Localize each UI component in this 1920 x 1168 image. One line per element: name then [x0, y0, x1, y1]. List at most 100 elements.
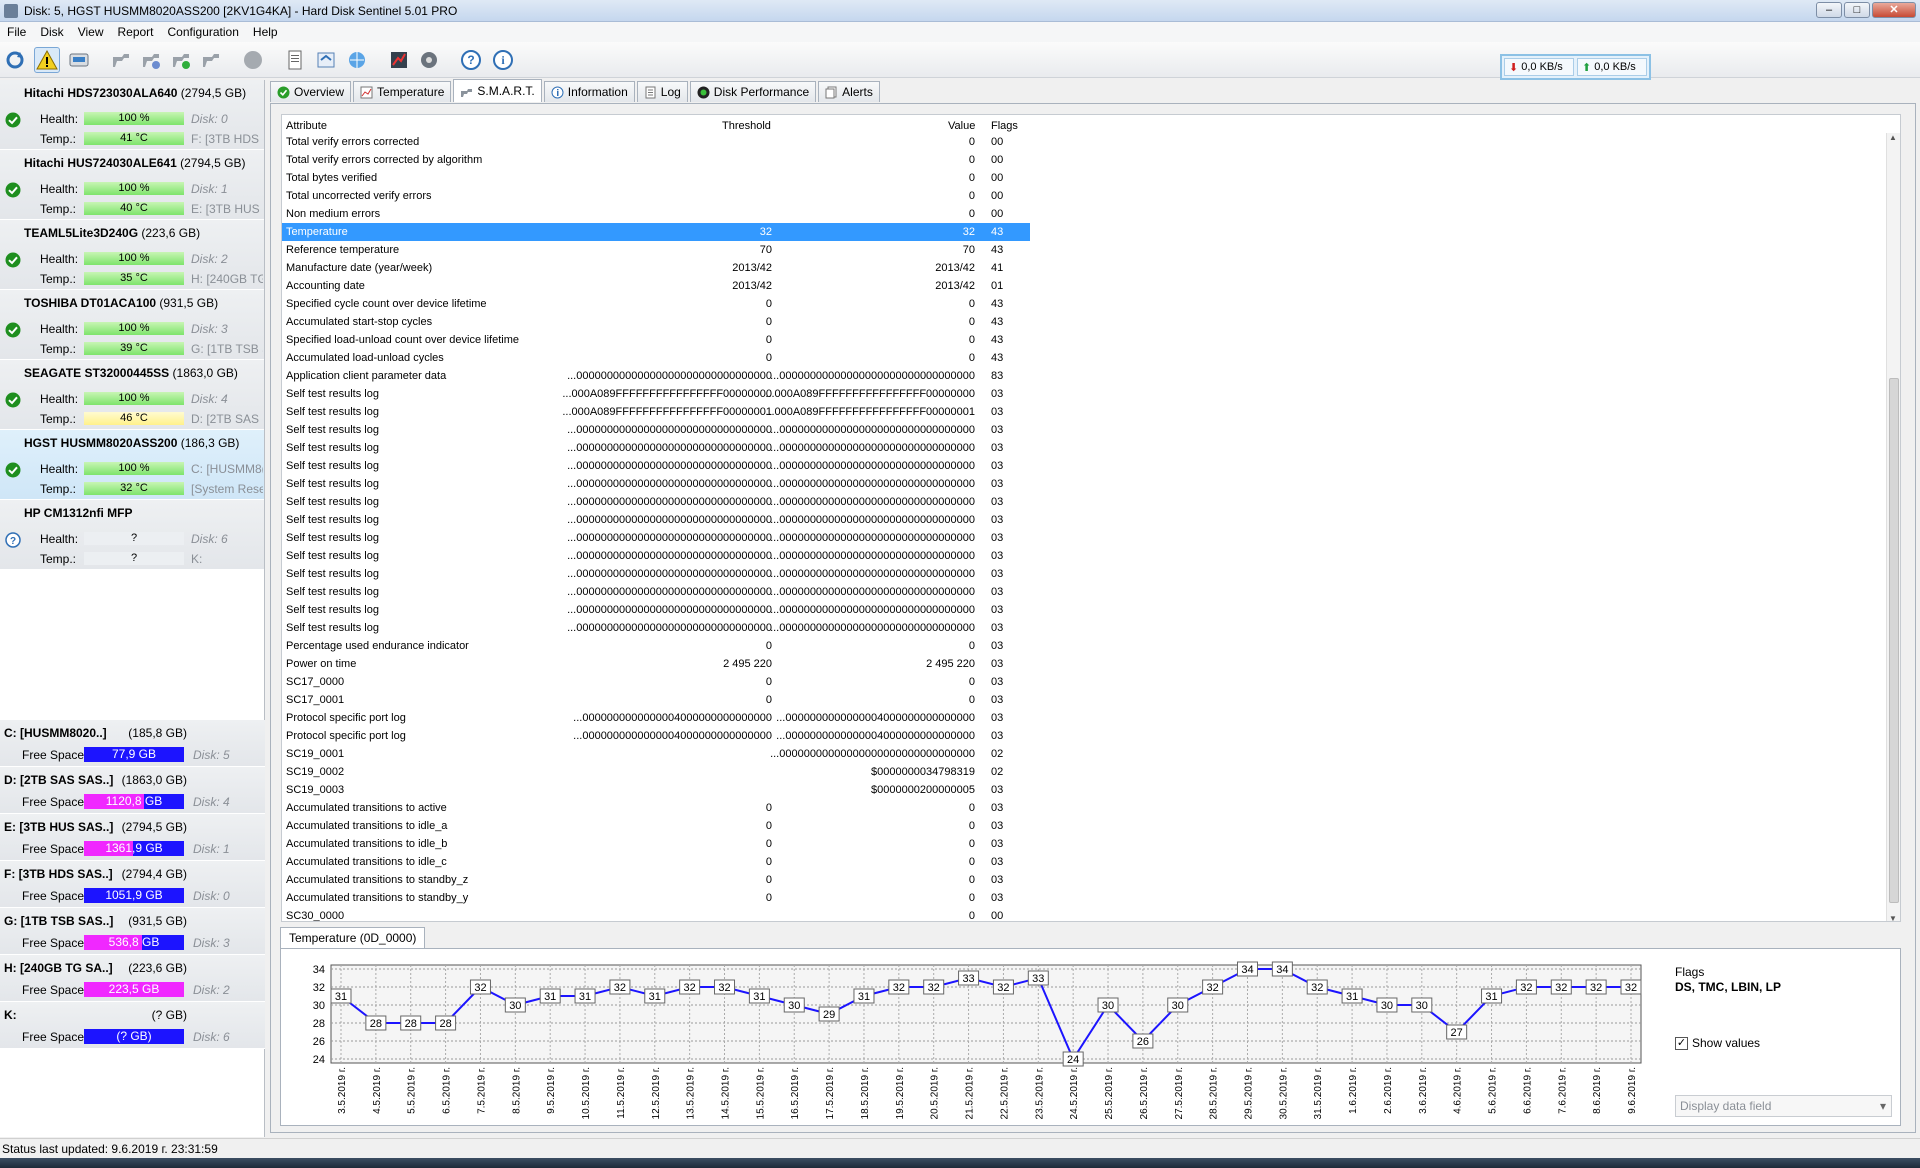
disk-item[interactable]: Hitachi HDS723030ALA640 (2794,5 GB) Healt… [0, 80, 264, 150]
close-button[interactable]: ✕ [1872, 2, 1916, 18]
table-row[interactable]: Application client parameter data ...0000… [282, 367, 1030, 385]
menu-disk[interactable]: Disk [33, 25, 70, 39]
table-row[interactable]: Power on time 2 495 220 2 495 220 03 [282, 655, 1030, 673]
column-value[interactable]: Value [948, 120, 975, 132]
report-icon[interactable] [282, 47, 308, 73]
table-row[interactable]: Percentage used endurance indicator 0 0 03 [282, 637, 1030, 655]
menu-report[interactable]: Report [110, 25, 160, 39]
test-ok-icon[interactable] [168, 47, 194, 73]
table-row[interactable]: Accumulated load-unload cycles 0 0 43 [282, 349, 1030, 367]
maximize-button[interactable]: □ [1844, 2, 1870, 18]
table-row[interactable]: Accumulated transitions to idle_c 0 0 03 [282, 853, 1030, 871]
tab-alerts[interactable]: Alerts [818, 81, 880, 102]
minimize-button[interactable]: – [1816, 2, 1842, 18]
tool-icon[interactable] [108, 47, 134, 73]
column-threshold[interactable]: Threshold [722, 120, 771, 132]
menu-help[interactable]: Help [246, 25, 285, 39]
tab-temperature-chart[interactable]: Temperature (0D_0000) [280, 927, 426, 949]
table-row[interactable]: Self test results log ...0000000000000000… [282, 439, 1030, 457]
scroll-down-icon[interactable]: ▼ [1889, 914, 1897, 921]
table-row[interactable]: Accumulated transitions to active 0 0 03 [282, 799, 1030, 817]
disk-item[interactable]: HGST HUSMM8020ASS200 (186,3 GB) Health: 10… [0, 430, 264, 500]
vertical-scrollbar[interactable]: ▲ ▼ [1886, 133, 1900, 921]
tab-overview[interactable]: Overview [270, 81, 352, 102]
column-flags[interactable]: Flags [991, 120, 1018, 132]
tab-smart[interactable]: S.M.A.R.T. [453, 79, 542, 102]
table-row[interactable]: Temperature 32 32 43 [282, 223, 1030, 241]
table-row[interactable]: Self test results log ...000A089FFFFFFFFF… [282, 403, 1030, 421]
table-row[interactable]: SC19_0001 ...0000000000000000000000000000… [282, 745, 1030, 763]
disk-item[interactable]: TOSHIBA DT01ACA100 (931,5 GB) Health: 100 … [0, 290, 264, 360]
table-row[interactable]: Total bytes verified 0 00 [282, 169, 1030, 187]
volume-item[interactable]: G: [1TB TSB SAS..] (931,5 GB) Free Space 53… [0, 908, 265, 955]
table-row[interactable]: Accumulated start-stop cycles 0 0 43 [282, 313, 1030, 331]
checkbox-checked-icon[interactable]: ✓ [1675, 1036, 1688, 1050]
table-row[interactable]: Total verify errors corrected by algorit… [282, 151, 1030, 169]
table-row[interactable]: Self test results log ...0000000000000000… [282, 457, 1030, 475]
disk-item[interactable]: SEAGATE ST32000445SS (1863,0 GB) Health: 1… [0, 360, 264, 430]
table-row[interactable]: Self test results log ...0000000000000000… [282, 565, 1030, 583]
table-row[interactable]: Self test results log ...0000000000000000… [282, 583, 1030, 601]
show-values-checkbox[interactable]: ✓ Show values [1675, 1036, 1760, 1050]
volume-item[interactable]: E: [3TB HUS SAS..] (2794,5 GB) Free Space 1… [0, 814, 265, 861]
table-row[interactable]: Protocol specific port log ...00000000000… [282, 727, 1030, 745]
tab-disk-performance[interactable]: Disk Performance [689, 81, 817, 102]
table-row[interactable]: Manufacture date (year/week) 2013/42 2013/… [282, 259, 1030, 277]
table-row[interactable]: Self test results log ...0000000000000000… [282, 619, 1030, 637]
info-icon[interactable]: i [490, 47, 516, 73]
stop-icon[interactable] [240, 47, 266, 73]
table-row[interactable]: Protocol specific port log ...00000000000… [282, 709, 1030, 727]
table-row[interactable]: Specified cycle count over device lifeti… [282, 295, 1030, 313]
column-attribute[interactable]: Attribute [286, 120, 327, 132]
menu-file[interactable]: File [0, 25, 33, 39]
volume-item[interactable]: K: (? GB) Free Space (? GB) Disk: 6 [0, 1002, 265, 1049]
table-row[interactable]: Self test results log ...0000000000000000… [282, 529, 1030, 547]
disk-item[interactable]: HP CM1312nfi MFP ? Health:? Disk: 6 Temp.:?… [0, 500, 264, 570]
table-row[interactable]: Accumulated transitions to standby_z 0 0 03 [282, 871, 1030, 889]
network-icon[interactable] [344, 47, 370, 73]
tab-information[interactable]: Information [543, 81, 635, 102]
disk-item[interactable]: TEAML5Lite3D240G (223,6 GB) Health: 100 % D… [0, 220, 264, 290]
table-row[interactable]: Self test results log ...0000000000000000… [282, 547, 1030, 565]
display-data-field-select[interactable]: Display data field [1675, 1095, 1892, 1117]
table-row[interactable]: Total verify errors corrected 0 00 [282, 133, 1030, 151]
table-row[interactable]: Accounting date 2013/42 2013/42 01 [282, 277, 1030, 295]
table-row[interactable]: SC19_0002 $0000000034798319 02 [282, 763, 1030, 781]
table-row[interactable]: SC19_0003 $0000000200000005 03 [282, 781, 1030, 799]
tab-temperature[interactable]: Temperature [353, 81, 452, 102]
menu-configuration[interactable]: Configuration [161, 25, 246, 39]
menu-view[interactable]: View [71, 25, 111, 39]
benchmark-icon[interactable] [386, 47, 412, 73]
table-row[interactable]: Accumulated transitions to standby_y 0 0 03 [282, 889, 1030, 907]
table-row[interactable]: Self test results log ...0000000000000000… [282, 493, 1030, 511]
tab-log[interactable]: Log [636, 81, 688, 102]
table-row[interactable]: SC17_0001 0 0 03 [282, 691, 1030, 709]
scroll-up-icon[interactable]: ▲ [1889, 133, 1897, 142]
table-row[interactable]: Non medium errors 0 00 [282, 205, 1030, 223]
scrollbar-thumb[interactable] [1889, 378, 1899, 903]
test-extended-icon[interactable] [198, 47, 224, 73]
volume-item[interactable]: C: [HUSMM8020..] (185,8 GB) Free Space 77,9… [0, 720, 265, 767]
table-row[interactable]: Specified load-unload count over device … [282, 331, 1030, 349]
table-row[interactable]: Accumulated transitions to idle_a 0 0 03 [282, 817, 1030, 835]
volume-item[interactable]: D: [2TB SAS SAS..] (1863,0 GB) Free Space 1… [0, 767, 265, 814]
test-icon[interactable] [138, 47, 164, 73]
table-row[interactable]: Self test results log ...0000000000000000… [282, 475, 1030, 493]
table-row[interactable]: Total uncorrected verify errors 0 00 [282, 187, 1030, 205]
table-row[interactable]: Self test results log ...000A089FFFFFFFFF… [282, 385, 1030, 403]
volume-item[interactable]: F: [3TB HDS SAS..] (2794,4 GB) Free Space 1… [0, 861, 265, 908]
table-row[interactable]: SC30_0000 0 00 [282, 907, 1030, 921]
table-row[interactable]: Reference temperature 70 70 43 [282, 241, 1030, 259]
alert-icon[interactable] [34, 47, 60, 73]
table-row[interactable]: Self test results log ...0000000000000000… [282, 511, 1030, 529]
table-row[interactable]: Self test results log ...0000000000000000… [282, 421, 1030, 439]
disk-item[interactable]: Hitachi HUS724030ALE641 (2794,5 GB) Healt… [0, 150, 264, 220]
table-row[interactable]: SC17_0000 0 0 03 [282, 673, 1030, 691]
sync-icon[interactable] [313, 47, 339, 73]
table-row[interactable]: Accumulated transitions to idle_b 0 0 03 [282, 835, 1030, 853]
sound-icon[interactable] [416, 47, 442, 73]
table-row[interactable]: Self test results log ...0000000000000000… [282, 601, 1030, 619]
disk-icon[interactable] [66, 47, 92, 73]
volume-item[interactable]: H: [240GB TG SA..] (223,6 GB) Free Space 22… [0, 955, 265, 1002]
refresh-icon[interactable] [2, 47, 28, 73]
